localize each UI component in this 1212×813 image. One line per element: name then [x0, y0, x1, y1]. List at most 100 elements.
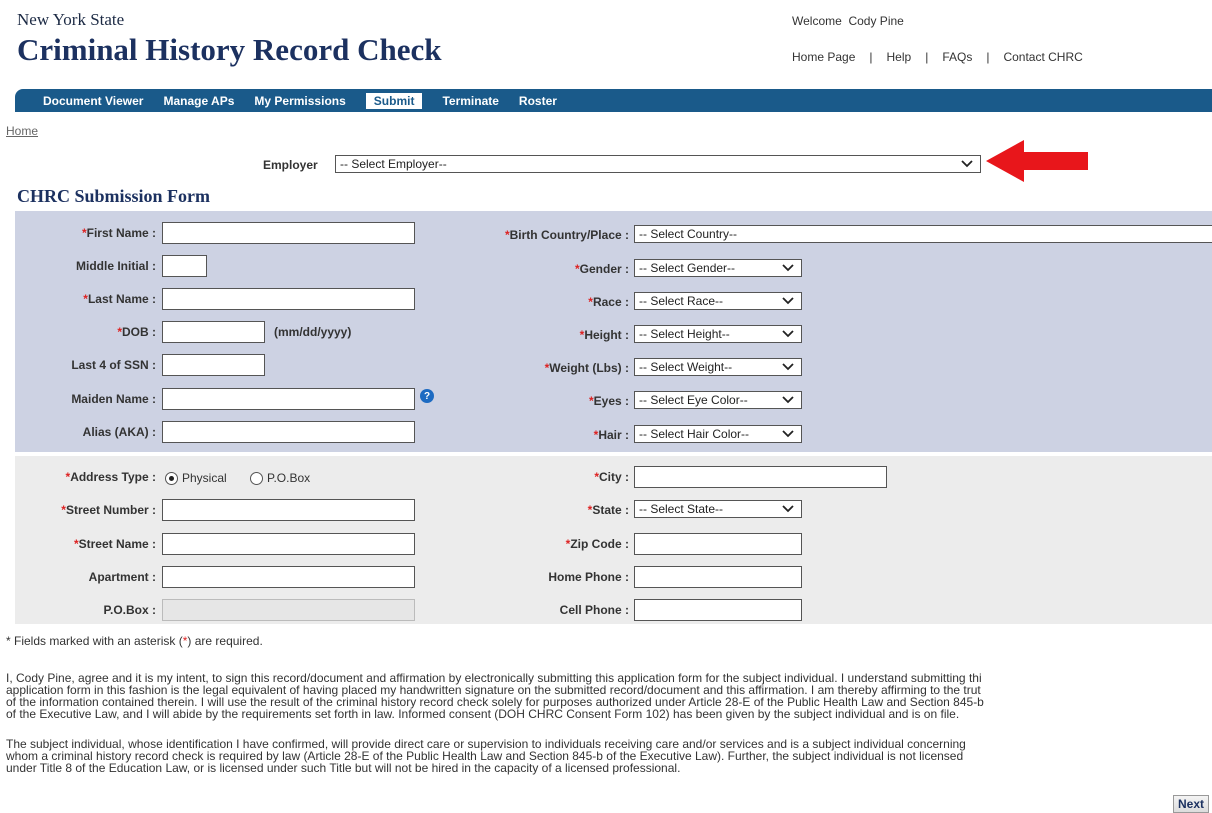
chevron-down-icon	[779, 363, 797, 371]
state-label: New York State	[17, 10, 125, 29]
hair-select[interactable]: -- Select Hair Color--	[634, 425, 802, 443]
weight-select[interactable]: -- Select Weight--	[634, 358, 802, 376]
apartment-label: Apartment :	[88, 570, 156, 584]
state-label: *State :	[587, 503, 629, 517]
main-nav: Document Viewer Manage APs My Permission…	[15, 89, 1212, 112]
eyes-label: *Eyes :	[588, 394, 629, 408]
nav-terminate[interactable]: Terminate	[442, 94, 498, 108]
weight-select-value: -- Select Weight--	[639, 360, 733, 374]
gender-select[interactable]: -- Select Gender--	[634, 259, 802, 277]
home-page-link[interactable]: Home Page	[792, 50, 855, 64]
eyes-select[interactable]: -- Select Eye Color--	[634, 391, 802, 409]
subject-text: The subject individual, whose identifica…	[6, 738, 1212, 774]
chevron-down-icon	[779, 330, 797, 338]
chevron-down-icon	[958, 160, 976, 168]
nav-roster[interactable]: Roster	[519, 94, 557, 108]
apartment-input[interactable]	[162, 566, 415, 588]
first-name-label: *First Name :	[81, 226, 156, 240]
pobox-label: P.O.Box :	[103, 603, 156, 617]
eyes-select-value: -- Select Eye Color--	[639, 393, 748, 407]
state-select-value: -- Select State--	[639, 502, 724, 516]
first-name-input[interactable]	[162, 222, 415, 244]
race-select[interactable]: -- Select Race--	[634, 292, 802, 310]
required-note: * Fields marked with an asterisk (*) are…	[6, 634, 263, 648]
home-phone-label: Home Phone :	[548, 570, 629, 584]
chevron-down-icon	[779, 297, 797, 305]
home-phone-input[interactable]	[634, 566, 802, 588]
welcome-text: Welcome Cody Pine	[792, 14, 904, 28]
birth-country-label: *Birth Country/Place :	[504, 228, 629, 242]
chevron-down-icon	[779, 430, 797, 438]
maiden-name-label: Maiden Name :	[71, 392, 156, 406]
race-select-value: -- Select Race--	[639, 294, 724, 308]
ssn-input[interactable]	[162, 354, 265, 376]
radio-empty-icon	[250, 471, 263, 485]
link-separator: |	[925, 50, 929, 64]
dob-label: *DOB :	[117, 325, 156, 339]
birth-country-select[interactable]: -- Select Country--	[634, 225, 1212, 243]
employer-label: Employer	[263, 158, 318, 172]
nav-submit[interactable]: Submit	[365, 92, 423, 109]
street-name-input[interactable]	[162, 533, 415, 555]
link-separator: |	[986, 50, 990, 64]
red-arrow-icon	[986, 140, 1088, 182]
nav-document-viewer[interactable]: Document Viewer	[43, 94, 143, 108]
form-title: CHRC Submission Form	[17, 186, 211, 206]
faqs-link[interactable]: FAQs	[942, 50, 972, 64]
pobox-radio-label: P.O.Box	[267, 471, 311, 485]
cell-phone-input[interactable]	[634, 599, 802, 621]
pobox-input	[162, 599, 415, 621]
height-label: *Height :	[579, 328, 629, 342]
middle-initial-input[interactable]	[162, 255, 207, 277]
zip-input[interactable]	[634, 533, 802, 555]
link-separator: |	[869, 50, 873, 64]
weight-label: *Weight (Lbs) :	[544, 361, 629, 375]
hair-select-value: -- Select Hair Color--	[639, 427, 750, 441]
contact-chrc-link[interactable]: Contact CHRC	[1003, 50, 1082, 64]
ssn-label: Last 4 of SSN :	[71, 358, 156, 372]
help-icon[interactable]: ?	[420, 389, 434, 403]
middle-initial-label: Middle Initial :	[76, 259, 156, 273]
gender-label: *Gender :	[574, 262, 629, 276]
gender-select-value: -- Select Gender--	[639, 261, 736, 275]
affirmation-line: of the Executive Law, and I will abide b…	[6, 707, 960, 721]
page-title: Criminal History Record Check	[17, 32, 442, 67]
help-link[interactable]: Help	[887, 50, 912, 64]
height-select-value: -- Select Height--	[639, 327, 730, 341]
hair-label: *Hair :	[593, 428, 629, 442]
race-label: *Race :	[588, 295, 629, 309]
height-select[interactable]: -- Select Height--	[634, 325, 802, 343]
physical-radio[interactable]: Physical	[165, 471, 227, 485]
street-name-label: *Street Name :	[73, 537, 156, 551]
cell-phone-label: Cell Phone :	[559, 603, 629, 617]
maiden-name-input[interactable]	[162, 388, 415, 410]
dob-input[interactable]	[162, 321, 265, 343]
alias-label: Alias (AKA) :	[82, 425, 156, 439]
street-number-input[interactable]	[162, 499, 415, 521]
nav-my-permissions[interactable]: My Permissions	[254, 94, 345, 108]
nav-manage-aps[interactable]: Manage APs	[163, 94, 234, 108]
pobox-radio[interactable]: P.O.Box	[250, 471, 310, 485]
breadcrumb-home[interactable]: Home	[6, 124, 38, 138]
state-select[interactable]: -- Select State--	[634, 500, 802, 518]
radio-selected-icon	[165, 471, 178, 485]
street-number-label: *Street Number :	[61, 503, 156, 517]
last-name-label: *Last Name :	[83, 292, 156, 306]
chevron-down-icon	[779, 505, 797, 513]
next-button[interactable]: Next	[1173, 795, 1209, 813]
affirmation-text: I, Cody Pine, agree and it is my intent,…	[6, 672, 1212, 720]
employer-select-value: -- Select Employer--	[340, 157, 447, 171]
chevron-down-icon	[779, 396, 797, 404]
alias-input[interactable]	[162, 421, 415, 443]
last-name-input[interactable]	[162, 288, 415, 310]
birth-country-select-value: -- Select Country--	[639, 227, 738, 241]
dob-format-hint: (mm/dd/yyyy)	[274, 325, 352, 339]
top-links: Home Page | Help | FAQs | Contact CHRC	[792, 50, 1083, 64]
physical-radio-label: Physical	[182, 471, 227, 485]
address-type-label: *Address Type :	[65, 470, 156, 484]
chevron-down-icon	[779, 264, 797, 272]
city-input[interactable]	[634, 466, 887, 488]
subject-line: under Title 8 of the Education Law, or i…	[6, 761, 681, 775]
city-label: *City :	[594, 470, 629, 484]
employer-select[interactable]: -- Select Employer--	[335, 155, 981, 173]
